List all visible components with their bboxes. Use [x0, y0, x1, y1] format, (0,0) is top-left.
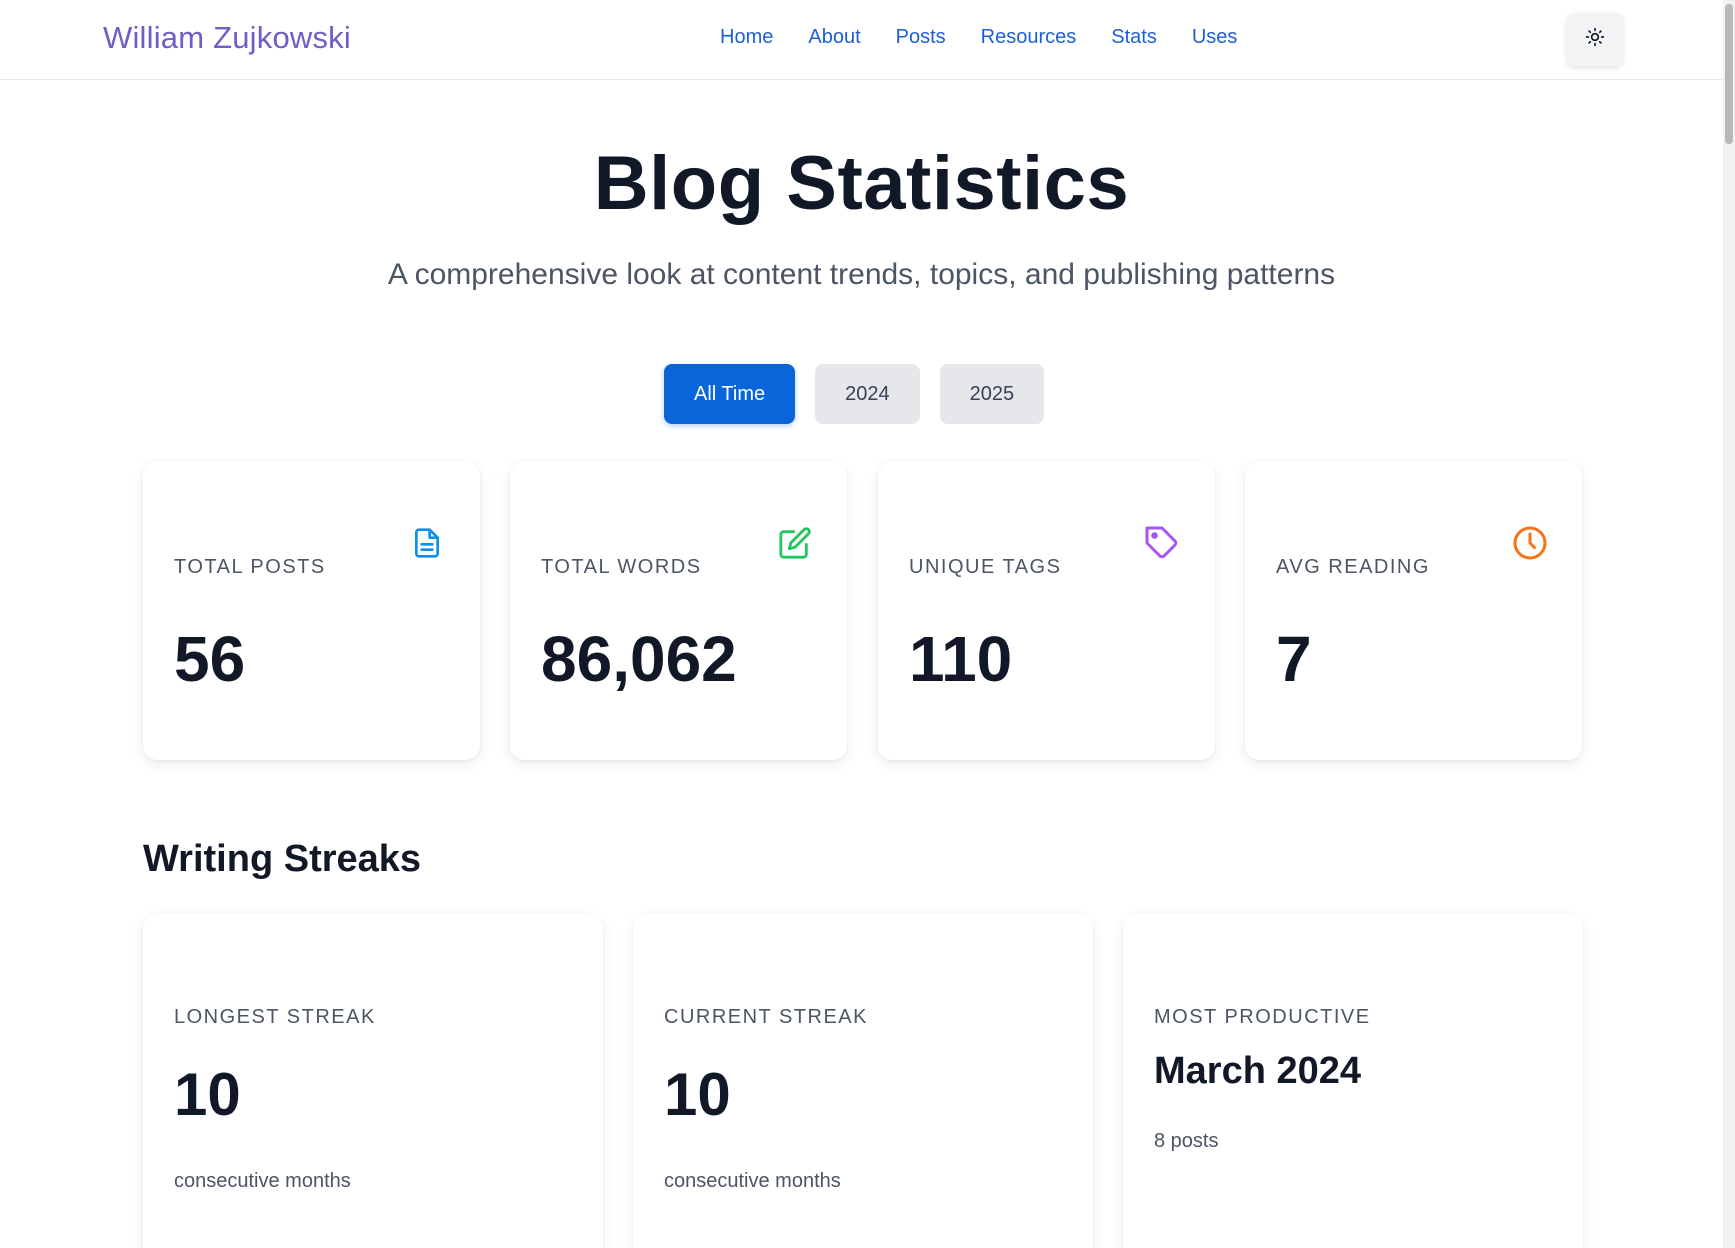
document-icon — [409, 525, 445, 561]
nav-link-resources[interactable]: Resources — [981, 26, 1077, 49]
site-brand[interactable]: William Zujkowski — [103, 20, 351, 56]
stat-value: 86,062 — [541, 623, 737, 695]
streak-value: 10 — [664, 1061, 731, 1128]
stat-label: Avg Reading — [1276, 556, 1430, 578]
nav-link-stats[interactable]: Stats — [1111, 26, 1157, 49]
edit-icon — [777, 525, 813, 561]
streak-label: Current Streak — [664, 1006, 868, 1028]
streak-card-longest: Longest Streak 10 consecutive months — [143, 914, 603, 1248]
streak-note: consecutive months — [174, 1170, 351, 1192]
stat-card-total-posts: Total Posts 56 — [143, 462, 480, 760]
time-filter-group: All Time 2024 2025 — [664, 364, 1045, 424]
filter-2025-button[interactable]: 2025 — [939, 364, 1045, 424]
clock-icon — [1512, 525, 1548, 561]
stat-card-unique-tags: Unique Tags 110 — [878, 462, 1215, 760]
tag-icon — [1144, 525, 1180, 561]
main-nav: Home About Posts Resources Stats Uses — [720, 26, 1237, 49]
stat-label: Total Words — [541, 556, 702, 578]
streak-value: 10 — [174, 1061, 241, 1128]
stat-card-total-words: Total Words 86,062 — [510, 462, 847, 760]
stat-card-avg-reading: Avg Reading 7 — [1245, 462, 1582, 760]
nav-link-uses[interactable]: Uses — [1192, 26, 1238, 49]
streak-note: 8 posts — [1154, 1130, 1219, 1152]
streak-card-most-productive: Most Productive March 2024 8 posts — [1123, 914, 1583, 1248]
section-title-writing-streaks: Writing Streaks — [143, 838, 422, 880]
filter-2024-button[interactable]: 2024 — [815, 364, 920, 424]
nav-link-home[interactable]: Home — [720, 26, 773, 49]
theme-toggle-button[interactable] — [1567, 13, 1623, 66]
streak-note: consecutive months — [664, 1170, 841, 1192]
sun-icon — [1585, 27, 1605, 52]
streak-label: Most Productive — [1154, 1006, 1371, 1028]
nav-link-posts[interactable]: Posts — [896, 26, 946, 49]
stat-value: 110 — [909, 623, 1013, 695]
streak-card-current: Current Streak 10 consecutive months — [633, 914, 1093, 1248]
streak-label: Longest Streak — [174, 1006, 376, 1028]
stat-label: Total Posts — [174, 556, 326, 578]
scrollbar-thumb[interactable] — [1725, 4, 1733, 144]
page-subtitle: A comprehensive look at content trends, … — [387, 258, 1336, 291]
filter-all-time-button[interactable]: All Time — [664, 364, 796, 424]
stat-label: Unique Tags — [909, 556, 1062, 578]
page-scrollbar[interactable] — [1723, 0, 1735, 1248]
stat-value: 7 — [1276, 623, 1312, 695]
site-header: William Zujkowski Home About Posts Resou… — [0, 0, 1735, 80]
nav-link-about[interactable]: About — [808, 26, 860, 49]
page-title: Blog Statistics — [593, 141, 1130, 226]
stat-value: 56 — [174, 623, 246, 695]
streak-value: March 2024 — [1154, 1050, 1362, 1092]
